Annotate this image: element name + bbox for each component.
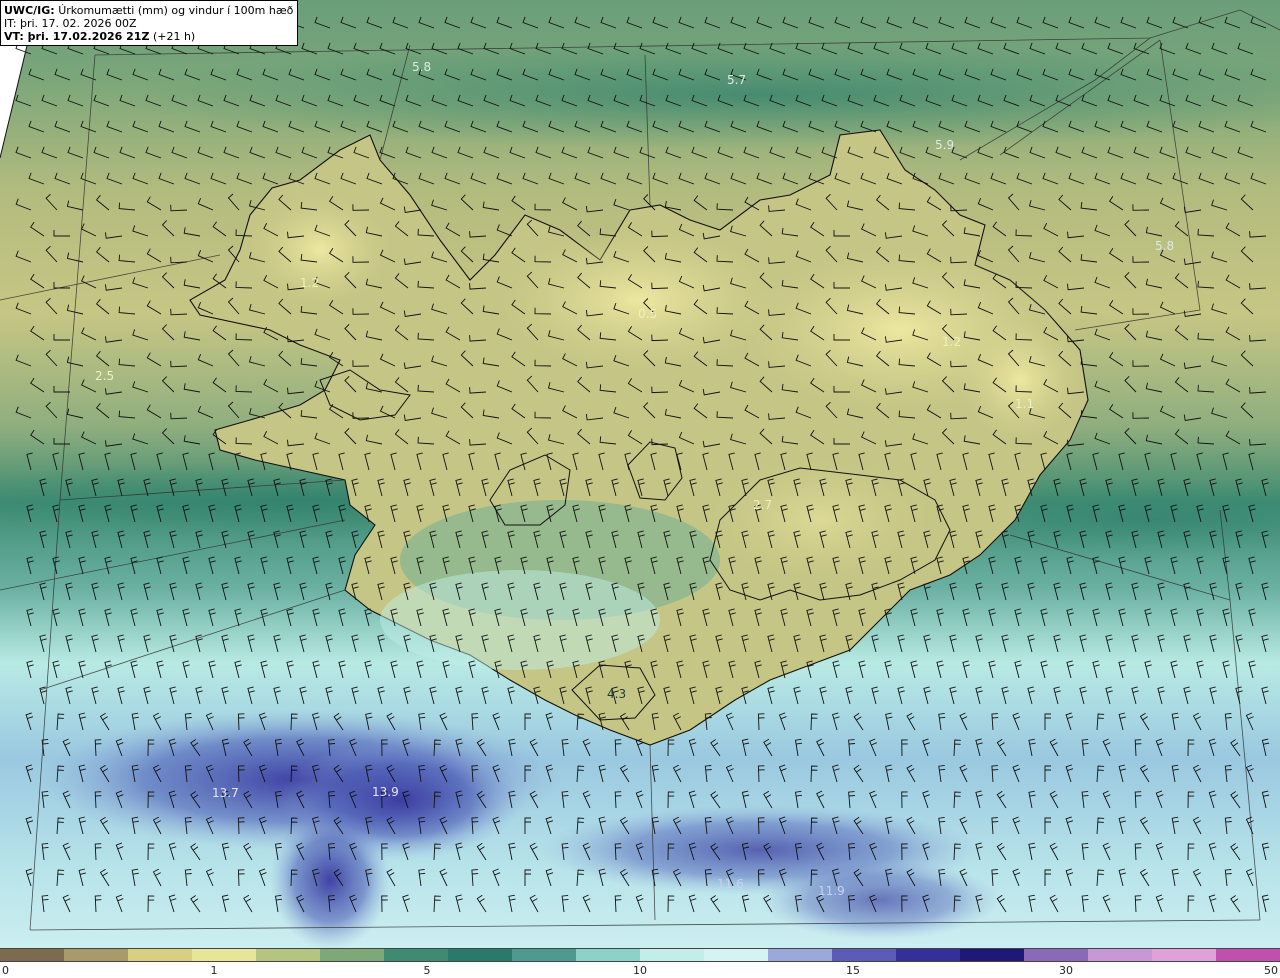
colorbar-tick: 1	[210, 964, 218, 977]
colorbar-tick: 0	[2, 964, 9, 977]
value-label: 5.8	[412, 60, 431, 74]
colorbar-segment	[320, 949, 384, 961]
colorbar-segment	[832, 949, 896, 961]
map-title: Úrkomumætti (mm) og vindur í 100m hæð	[58, 4, 294, 17]
colorbar-segment	[64, 949, 128, 961]
value-label: 0.5	[638, 307, 657, 321]
colorbar-tick: 5	[423, 964, 431, 977]
precipitation-map: 5.8 5.7 5.9 5.8 1.2 0.5 1.2 2.5 1.1 2.7 …	[0, 0, 1280, 948]
model-code: UWC/IG:	[4, 4, 55, 17]
colorbar-segment	[1152, 949, 1216, 961]
colorbar-segment	[384, 949, 448, 961]
precipitation-colorbar: 0 1 5 10 15 30 50	[0, 948, 1280, 978]
value-label: 13.7	[212, 786, 239, 800]
colorbar-segment	[512, 949, 576, 961]
colorbar-tick: 10	[633, 964, 647, 977]
colorbar-segment	[0, 949, 64, 961]
colorbar-segment	[704, 949, 768, 961]
colorbar-segment	[640, 949, 704, 961]
valid-offset: (+21 h)	[152, 30, 196, 43]
colorbar-segment	[576, 949, 640, 961]
init-time: IT: þri. 17. 02. 2026 00Z	[4, 17, 137, 30]
colorbar-segment	[1024, 949, 1088, 961]
colorbar-segment	[960, 949, 1024, 961]
colorbar-segment	[256, 949, 320, 961]
valid-time: VT: þri. 17.02.2026 21Z	[4, 30, 150, 43]
value-label: 13.9	[372, 785, 399, 799]
value-label: 2.5	[95, 369, 114, 383]
forecast-map-view: 5.8 5.7 5.9 5.8 1.2 0.5 1.2 2.5 1.1 2.7 …	[0, 0, 1280, 978]
colorbar-tick: 30	[1059, 964, 1073, 977]
forecast-legend-box: UWC/IG: Úrkomumætti (mm) og vindur í 100…	[0, 0, 299, 46]
colorbar-segment	[128, 949, 192, 961]
colorbar-tick: 50	[1264, 964, 1278, 977]
value-label: 5.8	[1155, 239, 1174, 253]
value-label: 11.6	[717, 877, 744, 891]
colorbar-segment	[192, 949, 256, 961]
colorbar-segment	[1216, 949, 1280, 961]
colorbar-strip	[0, 948, 1280, 962]
colorbar-segment	[896, 949, 960, 961]
colorbar-segment	[1088, 949, 1152, 961]
value-label: 5.9	[935, 138, 954, 152]
colorbar-segment	[448, 949, 512, 961]
value-label: 1.2	[300, 276, 319, 290]
value-label: 1.1	[1015, 397, 1034, 411]
colorbar-tick: 15	[846, 964, 860, 977]
value-label: 4.3	[607, 687, 626, 701]
value-label: 1.2	[942, 335, 961, 349]
value-label: 2.7	[753, 498, 772, 512]
value-label: 5.7	[727, 73, 746, 87]
colorbar-segment	[768, 949, 832, 961]
value-label: 11.9	[818, 884, 845, 898]
